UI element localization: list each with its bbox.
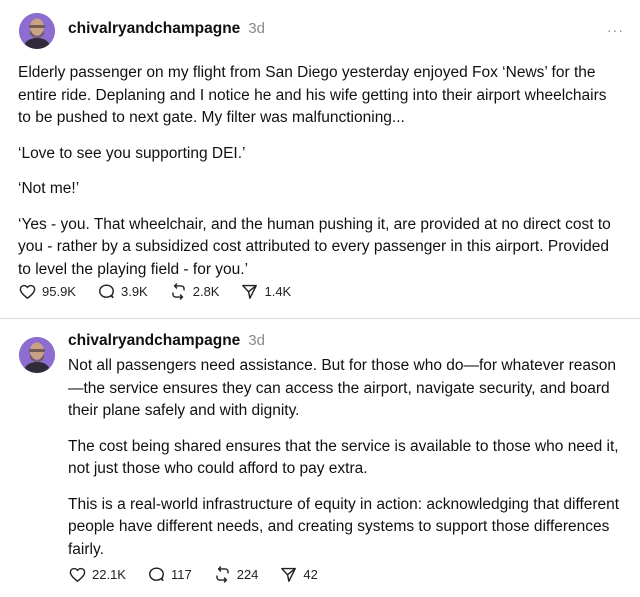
share-button[interactable]: 1.4K	[240, 282, 291, 301]
like-button[interactable]: 22.1K	[68, 565, 126, 584]
avatar[interactable]	[19, 13, 55, 49]
like-count: 22.1K	[92, 567, 126, 582]
reply-count: 3.9K	[120, 284, 148, 299]
heart-icon	[19, 284, 36, 299]
repost-count: 224	[236, 567, 259, 582]
username[interactable]: chivalryandchampagne	[68, 332, 240, 350]
repost-button[interactable]: 2.8K	[169, 282, 220, 301]
share-icon	[281, 567, 297, 582]
post-1: chivalryandchampagne 3d ··· Elderly pass…	[0, 0, 640, 318]
action-bar: 22.1K 117 224 42	[68, 565, 339, 584]
timestamp: 3d	[248, 332, 265, 349]
share-count: 42	[303, 567, 318, 582]
post-body: Not all passengers need assistance. But …	[68, 355, 628, 574]
like-button[interactable]: 95.9K	[18, 282, 76, 301]
post-2: chivalryandchampagne 3d Not all passenge…	[0, 319, 640, 597]
heart-icon	[69, 567, 86, 582]
timestamp: 3d	[248, 20, 265, 37]
reply-button[interactable]: 117	[147, 565, 192, 584]
post-paragraph: ‘Yes - you. That wheelchair, and the hum…	[18, 215, 611, 278]
post-paragraph: ‘Not me!’	[18, 180, 80, 197]
post-paragraph: Not all passengers need assistance. But …	[68, 357, 616, 419]
post-header: chivalryandchampagne 3d	[68, 20, 265, 38]
repost-count: 2.8K	[192, 284, 220, 299]
share-count: 1.4K	[264, 284, 292, 299]
repost-icon	[215, 566, 229, 583]
post-body: Elderly passenger on my flight from San …	[18, 62, 618, 294]
post-paragraph: Elderly passenger on my flight from San …	[18, 64, 607, 126]
like-count: 95.9K	[42, 284, 76, 299]
more-icon[interactable]: ···	[607, 22, 624, 38]
username[interactable]: chivalryandchampagne	[68, 20, 240, 38]
repost-icon	[171, 283, 185, 300]
comment-icon	[99, 284, 114, 299]
share-icon	[242, 284, 258, 299]
comment-icon	[149, 567, 164, 582]
post-paragraph: This is a real-world infrastructure of e…	[68, 495, 620, 558]
post-paragraph: The cost being shared ensures that the s…	[68, 437, 619, 478]
action-bar: 95.9K 3.9K 2.8K 1.4K	[18, 282, 312, 301]
reply-button[interactable]: 3.9K	[97, 282, 148, 301]
post-header: chivalryandchampagne 3d	[68, 332, 265, 350]
avatar[interactable]	[19, 337, 55, 373]
post-paragraph: ‘Love to see you supporting DEI.’	[18, 144, 246, 162]
reply-count: 117	[170, 567, 192, 582]
share-button[interactable]: 42	[279, 565, 318, 584]
repost-button[interactable]: 224	[213, 565, 259, 584]
